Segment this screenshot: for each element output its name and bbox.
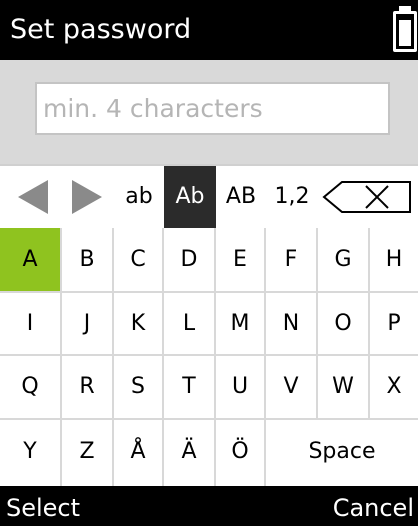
key-a-ring[interactable]: Å bbox=[114, 420, 164, 486]
key-c[interactable]: C bbox=[114, 228, 164, 293]
key-y[interactable]: Y bbox=[0, 420, 62, 486]
key-m[interactable]: M bbox=[216, 293, 266, 356]
title-bar: Set password bbox=[0, 0, 418, 60]
battery-icon bbox=[393, 6, 417, 52]
cursor-left-button[interactable] bbox=[0, 166, 62, 228]
key-p[interactable]: P bbox=[370, 293, 418, 356]
key-d[interactable]: D bbox=[164, 228, 216, 293]
cancel-softkey[interactable]: Cancel bbox=[333, 494, 414, 522]
softkey-bar: Select Cancel bbox=[0, 486, 418, 526]
key-j[interactable]: J bbox=[62, 293, 114, 356]
mode-capitalized[interactable]: Ab bbox=[164, 166, 216, 228]
key-v[interactable]: V bbox=[266, 356, 318, 420]
key-n[interactable]: N bbox=[266, 293, 318, 356]
key-x[interactable]: X bbox=[370, 356, 418, 420]
key-i[interactable]: I bbox=[0, 293, 62, 356]
key-f[interactable]: F bbox=[266, 228, 318, 293]
key-r[interactable]: R bbox=[62, 356, 114, 420]
mode-uppercase[interactable]: AB bbox=[216, 166, 266, 228]
mode-bar: ab Ab AB 1,2 bbox=[0, 164, 418, 228]
arrow-right-icon bbox=[72, 180, 102, 214]
key-s[interactable]: S bbox=[114, 356, 164, 420]
mode-lowercase[interactable]: ab bbox=[114, 166, 164, 228]
key-space[interactable]: Space bbox=[266, 420, 418, 486]
key-t[interactable]: T bbox=[164, 356, 216, 420]
password-input[interactable] bbox=[35, 82, 390, 135]
backspace-icon bbox=[322, 181, 411, 213]
key-q[interactable]: Q bbox=[0, 356, 62, 420]
key-w[interactable]: W bbox=[318, 356, 370, 420]
input-area bbox=[0, 60, 418, 164]
key-g[interactable]: G bbox=[318, 228, 370, 293]
key-e[interactable]: E bbox=[216, 228, 266, 293]
key-o[interactable]: O bbox=[318, 293, 370, 356]
key-a[interactable]: A bbox=[0, 228, 62, 293]
backspace-button[interactable] bbox=[318, 166, 418, 228]
key-u[interactable]: U bbox=[216, 356, 266, 420]
key-a-umlaut[interactable]: Ä bbox=[164, 420, 216, 486]
keyboard-grid: A B C D E F G H I J K L M N O P Q R S T … bbox=[0, 228, 418, 486]
page-title: Set password bbox=[10, 14, 192, 45]
key-b[interactable]: B bbox=[62, 228, 114, 293]
key-z[interactable]: Z bbox=[62, 420, 114, 486]
key-l[interactable]: L bbox=[164, 293, 216, 356]
key-k[interactable]: K bbox=[114, 293, 164, 356]
key-h[interactable]: H bbox=[370, 228, 418, 293]
cursor-right-button[interactable] bbox=[62, 166, 114, 228]
key-o-umlaut[interactable]: Ö bbox=[216, 420, 266, 486]
arrow-left-icon bbox=[18, 180, 48, 214]
select-softkey[interactable]: Select bbox=[6, 494, 80, 522]
mode-numbers[interactable]: 1,2 bbox=[266, 166, 318, 228]
